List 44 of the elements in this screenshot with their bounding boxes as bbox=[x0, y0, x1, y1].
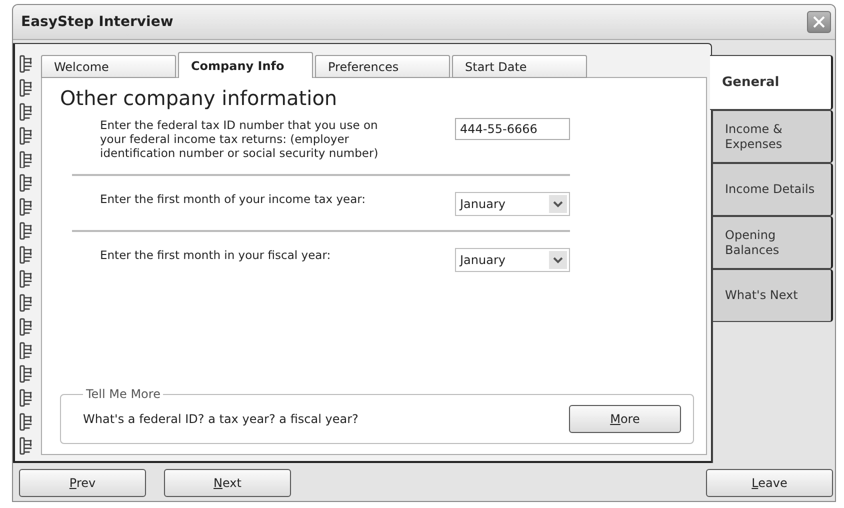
spiral-binding-icon bbox=[19, 342, 33, 360]
window-title: EasyStep Interview bbox=[21, 14, 174, 30]
next-button[interactable]: Next bbox=[164, 469, 291, 497]
tab[interactable]: Start Date bbox=[452, 55, 587, 78]
section-tab[interactable]: Income Details bbox=[712, 163, 833, 216]
tab[interactable]: Welcome bbox=[41, 55, 176, 78]
chevron-down-icon bbox=[553, 256, 563, 264]
question-prompt: Enter the first month in your fiscal year: bbox=[100, 248, 332, 262]
page-heading: Other company information bbox=[60, 86, 338, 110]
close-button[interactable] bbox=[807, 11, 831, 33]
spiral-binding-icon bbox=[19, 198, 33, 216]
spiral-binding-icon bbox=[19, 413, 33, 431]
group-legend: Tell Me More bbox=[83, 387, 164, 401]
spiral-binding-icon bbox=[19, 102, 33, 121]
dropdown[interactable]: January bbox=[455, 192, 570, 216]
text-field[interactable]: 444-55-6666 bbox=[455, 118, 570, 140]
spiral-binding-icon bbox=[19, 318, 33, 336]
spiral-binding-icon bbox=[19, 389, 33, 408]
spiral-binding-icon bbox=[19, 270, 33, 288]
spiral-binding-icon bbox=[19, 150, 33, 168]
section-tab[interactable]: Income & Expenses bbox=[712, 110, 833, 163]
spiral-binding-icon bbox=[19, 246, 33, 264]
dropdown[interactable]: January bbox=[455, 248, 570, 272]
question-prompt: Enter the federal tax ID number that you use on your federal income tax returns: (employer identification number or social security number) bbox=[100, 118, 380, 160]
more-button[interactable]: More bbox=[569, 405, 681, 433]
spiral-binding-icon bbox=[19, 222, 33, 240]
spiral-binding-icon bbox=[19, 55, 33, 73]
question-prompt: Enter the first month of your income tax year: bbox=[100, 192, 367, 206]
section-tab[interactable]: General bbox=[710, 55, 833, 110]
section-tab[interactable]: Opening Balances bbox=[712, 216, 833, 269]
tab[interactable]: Preferences bbox=[315, 55, 450, 78]
leave-button[interactable]: Leave bbox=[706, 469, 833, 497]
spiral-binding-icon bbox=[19, 437, 33, 455]
help-text: What's a federal ID? a tax year? a fiscal year? bbox=[83, 412, 358, 426]
section-tab[interactable]: What's Next bbox=[712, 269, 833, 322]
spiral-binding-icon bbox=[19, 365, 33, 384]
tab[interactable]: Company Info bbox=[178, 52, 313, 78]
spiral-binding-icon bbox=[19, 78, 33, 97]
close-icon bbox=[812, 15, 826, 29]
prev-button[interactable]: Prev bbox=[19, 469, 146, 497]
spiral-binding-icon bbox=[19, 174, 33, 192]
chevron-down-icon bbox=[553, 200, 563, 208]
spiral-binding-icon bbox=[19, 294, 33, 312]
spiral-binding-icon bbox=[19, 126, 33, 144]
